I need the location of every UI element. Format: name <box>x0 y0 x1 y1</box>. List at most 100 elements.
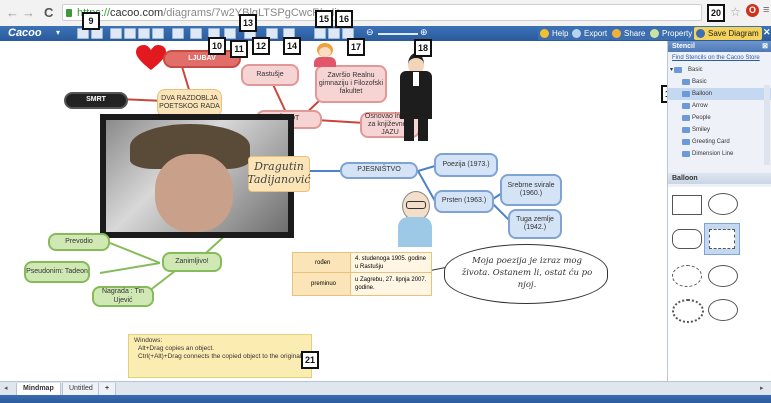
balloon-dotted-shape[interactable] <box>672 299 704 323</box>
folder-icon <box>682 139 690 145</box>
callout-badge: 17 <box>347 38 365 56</box>
stencil-item[interactable]: Smiley <box>668 124 771 136</box>
zoom-slider[interactable] <box>378 33 418 35</box>
cut-icon[interactable] <box>110 28 122 39</box>
delete-icon[interactable] <box>152 28 164 39</box>
grid-icon[interactable] <box>314 28 326 39</box>
stencil-item-selected[interactable]: Balloon <box>668 88 771 100</box>
zoom-out-icon[interactable]: ⊖ <box>366 27 374 38</box>
callout-badge: 16 <box>335 10 353 28</box>
balloon-rect-shape[interactable] <box>672 195 702 215</box>
opera-icon[interactable]: O <box>746 4 759 17</box>
logo-menu-icon[interactable]: ▾ <box>56 28 60 37</box>
share-button[interactable]: Share <box>610 27 649 40</box>
app-logo[interactable]: Cacoo <box>8 27 42 39</box>
node-dva-razdoblja[interactable]: DVA RAZDOBLJA POETSKOG RADA <box>157 89 222 117</box>
node-prsten[interactable]: Prsten (1963.) <box>434 190 494 213</box>
status-bar <box>0 395 771 403</box>
save-diagram-button[interactable]: Save Diagram <box>694 27 762 40</box>
callout-badge: 14 <box>283 37 301 55</box>
group-icon[interactable] <box>172 28 184 39</box>
node-tuga[interactable]: Tuga zemlje (1942.) <box>508 209 562 239</box>
align-icon[interactable] <box>190 28 202 39</box>
preview-header: Balloon <box>668 173 771 184</box>
stencil-item[interactable]: Basic <box>668 76 771 88</box>
callout-badge: 18 <box>414 39 432 57</box>
panel-close-icon[interactable]: ✕ <box>763 27 771 38</box>
node-zavrsio[interactable]: Završio Realnu gimnaziju i Filozofski fa… <box>315 65 387 103</box>
tree-toggle-icon: ▾ <box>670 67 674 73</box>
snap-icon[interactable] <box>328 28 340 39</box>
folder-icon <box>682 151 690 157</box>
copy-icon[interactable] <box>124 28 136 39</box>
forward-icon[interactable]: → <box>22 5 35 20</box>
note-title: Windows: <box>134 337 163 344</box>
stencil-panel: Stencil ⊠ Find Stencils on the Cacoo Stor… <box>667 41 771 381</box>
node-srebrne[interactable]: Srebrne svirale (1960.) <box>500 174 562 206</box>
property-button[interactable]: Property <box>648 27 696 40</box>
lock-icon <box>66 9 72 17</box>
node-smrt[interactable]: SMRT <box>64 92 128 109</box>
node-prevodio[interactable]: Prevodio <box>48 233 110 251</box>
find-stencils-link[interactable]: Find Stencils on the Cacoo Store <box>668 52 771 64</box>
callout-badge: 21 <box>301 351 319 369</box>
zoom-in-icon[interactable]: ⊕ <box>420 27 428 38</box>
scroll-left-icon[interactable]: ◂ <box>4 384 8 392</box>
node-poezija[interactable]: Poezija (1973.) <box>434 153 498 177</box>
node-zanimljivo[interactable]: Zanimljivo! <box>162 252 222 272</box>
star-icon[interactable]: ☆ <box>730 5 741 19</box>
url-domain: cacoo.com <box>110 7 164 19</box>
quote-bubble[interactable]: Moja poezija je izraz mog života. Ostane… <box>444 244 608 304</box>
browser-bar: ← → C https://cacoo.com/diagrams/7w2YBlg… <box>0 0 771 27</box>
man-illustration <box>396 53 436 141</box>
tree-scrollbar[interactable] <box>764 85 770 165</box>
callout-badge: 10 <box>208 37 226 55</box>
node-pseudonim[interactable]: Pseudonim: Tadeon <box>24 261 90 283</box>
callout-badge: 11 <box>230 40 248 58</box>
node-rastusje[interactable]: Rastušje <box>241 64 299 86</box>
table-cell-label: preminuo <box>293 273 351 295</box>
stencil-header: Stencil ⊠ <box>668 41 771 52</box>
stencil-root[interactable]: ▾ Basic <box>668 64 771 76</box>
folder-icon <box>682 79 690 85</box>
node-nagrada[interactable]: Nagrada : Tin Ujević <box>92 286 154 307</box>
address-bar[interactable]: https://cacoo.com/diagrams/7w2YBlgLTSPgC… <box>62 4 702 21</box>
balloon-thought-shape[interactable] <box>708 265 738 287</box>
reload-icon[interactable]: C <box>44 5 53 20</box>
help-button[interactable]: Help <box>538 27 572 40</box>
save-icon <box>696 29 705 38</box>
stencil-item[interactable]: Greeting Card <box>668 136 771 148</box>
stencil-preview-area <box>668 187 771 381</box>
folder-icon <box>682 115 690 121</box>
hint-note: Windows: Alt+Drag copies an object. Ctrl… <box>128 334 312 378</box>
share-icon <box>612 29 621 38</box>
balloon-oval-shape[interactable] <box>708 193 738 215</box>
node-center[interactable]: Dragutin Tadijanović <box>247 156 311 192</box>
help-icon <box>540 29 549 38</box>
folder-icon <box>674 67 682 73</box>
balloon-speech-shape[interactable] <box>708 299 738 321</box>
paste-icon[interactable] <box>138 28 150 39</box>
stencil-item[interactable]: People <box>668 112 771 124</box>
back-icon[interactable]: ← <box>6 5 19 20</box>
panel-close-icon[interactable]: ⊠ <box>762 41 768 52</box>
balloon-rounded-shape[interactable] <box>672 229 702 249</box>
quote-text: Moja poezija je izraz mog života. Ostane… <box>461 256 593 290</box>
note-line: Alt+Drag copies an object. <box>138 345 215 352</box>
balloon-cloud-shape[interactable] <box>672 265 702 287</box>
callout-badge: 13 <box>239 14 257 32</box>
scroll-right-icon[interactable]: ▸ <box>760 384 764 392</box>
balloon-selected-shape[interactable] <box>704 223 740 255</box>
table-cell-label: rođen <box>293 253 351 273</box>
app-toolbar: Cacoo ▾ ⊖ ⊕ Help Export Share Property S… <box>0 26 771 41</box>
stencil-item[interactable]: Dimension Line <box>668 148 771 160</box>
info-table[interactable]: rođen 4. studenoga 1905. godine u Rastuš… <box>292 252 432 296</box>
node-pjesnistvo[interactable]: PJESNIŠTVO <box>340 162 418 179</box>
export-button[interactable]: Export <box>570 27 611 40</box>
menu-icon[interactable]: ≡ <box>763 4 769 16</box>
diagram-canvas[interactable]: LJUBAV SMRT DVA RAZDOBLJA POETSKOG RADA … <box>0 4 725 381</box>
stencil-item[interactable]: Arrow <box>668 100 771 112</box>
folder-icon <box>682 91 690 97</box>
woman-illustration <box>312 43 338 67</box>
note-line: Ctrl(+Alt)+Drag connects the copied obje… <box>138 353 304 360</box>
